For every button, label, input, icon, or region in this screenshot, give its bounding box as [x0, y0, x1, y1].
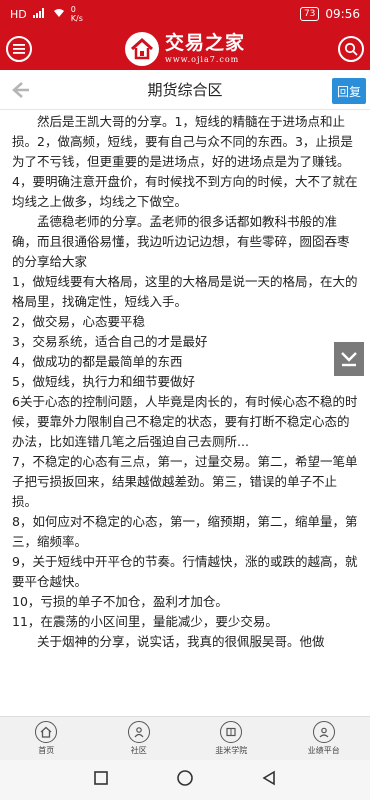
content-paragraph: 6关于心态的控制问题，人毕竟是肉长的，有时候心态不稳的时候，要靠外力限制自己不稳…	[12, 394, 358, 449]
bottom-tab-bar: 首页 社区 韭米学院 业绩平台	[0, 716, 370, 760]
system-back-button[interactable]	[261, 770, 277, 790]
content-paragraph: 9，关于短线中开平仓的节奏。行情越快，涨的或跌的越高，就要平仓越快。	[12, 554, 358, 589]
tab-label: 业绩平台	[307, 746, 340, 755]
logo-text: 交易之家 www.ojia7.com	[165, 34, 245, 64]
menu-button[interactable]	[6, 36, 32, 62]
content-paragraph: 8，如何应对不稳定的心态，第一，缩预期，第二，缩单量，第三，缩频率。	[12, 514, 358, 549]
community-icon	[127, 721, 150, 743]
content-paragraph: 4，做成功的都是最简单的东西	[12, 354, 183, 369]
app-header: 交易之家 www.ojia7.com	[0, 28, 370, 70]
tab-community[interactable]: 社区	[99, 721, 179, 756]
chevron-down-icon	[341, 352, 357, 367]
status-left: HD 0 K/s	[10, 5, 83, 23]
content-paragraph: 10，亏损的单子不加仓，盈利才加仓。	[12, 594, 228, 609]
home-icon	[35, 721, 58, 743]
wifi-icon	[53, 8, 65, 21]
content-paragraph: 然后是王凯大哥的分享。1，短线的精髓在于进场点和止损。2，做高频，短线，要有自己…	[12, 114, 358, 209]
menu-icon	[13, 44, 25, 54]
home-button[interactable]	[176, 769, 194, 791]
post-content: 然后是王凯大哥的分享。1，短线的精髓在于进场点和止损。2，做高频，短线，要有自己…	[0, 110, 370, 716]
content-paragraph: 5，做短线，执行力和细节要做好	[12, 374, 195, 389]
recent-apps-button[interactable]	[93, 770, 109, 790]
tab-label: 社区	[130, 746, 147, 755]
tab-academy[interactable]: 韭米学院	[191, 721, 271, 756]
content-paragraph: 3，交易系统，适合自己的才是最好	[12, 334, 208, 349]
tab-performance[interactable]: 业绩平台	[284, 721, 364, 756]
speed-value: 0	[70, 5, 76, 14]
circle-icon	[177, 770, 193, 786]
hd-indicator: HD	[10, 7, 27, 21]
signal-icon	[32, 7, 47, 21]
reply-button[interactable]: 回复	[332, 78, 366, 104]
logo-url: www.ojia7.com	[164, 55, 240, 64]
back-arrow-icon	[12, 82, 29, 98]
logo-title: 交易之家	[164, 32, 245, 54]
system-navigation-bar	[0, 760, 370, 800]
clock: 09:56	[325, 7, 360, 21]
academy-icon	[220, 721, 243, 743]
site-logo[interactable]: 交易之家 www.ojia7.com	[124, 32, 245, 66]
content-paragraph: 1，做短线要有大格局，这里的大格局是说一天的格局，在大的格局里，找确定性，短线入…	[12, 274, 358, 309]
back-button[interactable]	[8, 78, 32, 102]
tab-label: 韭米学院	[215, 746, 248, 755]
search-icon	[344, 42, 358, 56]
tab-label: 首页	[38, 746, 55, 755]
square-icon	[94, 771, 109, 785]
content-paragraph: 11，在震荡的小区间里，量能减少，要少交易。	[12, 614, 278, 629]
scroll-down-button[interactable]	[334, 342, 364, 376]
page-title: 期货综合区	[147, 81, 223, 99]
content-paragraph: 7，不稳定的心态有三点，第一，过量交易。第二，希望一笔单子把亏损扳回来，结果越做…	[12, 454, 358, 509]
status-right: 73 09:56	[299, 7, 360, 21]
nav-bar: 期货综合区 回复	[0, 70, 370, 110]
triangle-back-icon	[262, 770, 275, 786]
content-paragraph: 2，做交易，心态要平稳	[12, 314, 145, 329]
tab-home[interactable]: 首页	[6, 721, 86, 756]
content-paragraph: 关于烟神的分享，说实话，我真的很佩服吴哥。他做	[37, 634, 325, 649]
network-speed: 0 K/s	[71, 5, 83, 23]
speed-unit: K/s	[70, 14, 83, 23]
performance-icon	[312, 721, 335, 743]
content-paragraph: 孟德稳老师的分享。孟老师的很多话都如教科书般的准确，而且很通俗易懂，我边听边记边…	[12, 214, 350, 269]
logo-house-icon	[124, 32, 159, 66]
battery-indicator: 73	[299, 7, 320, 21]
search-button[interactable]	[337, 36, 364, 62]
status-bar: HD 0 K/s 73 09:56	[0, 0, 370, 28]
